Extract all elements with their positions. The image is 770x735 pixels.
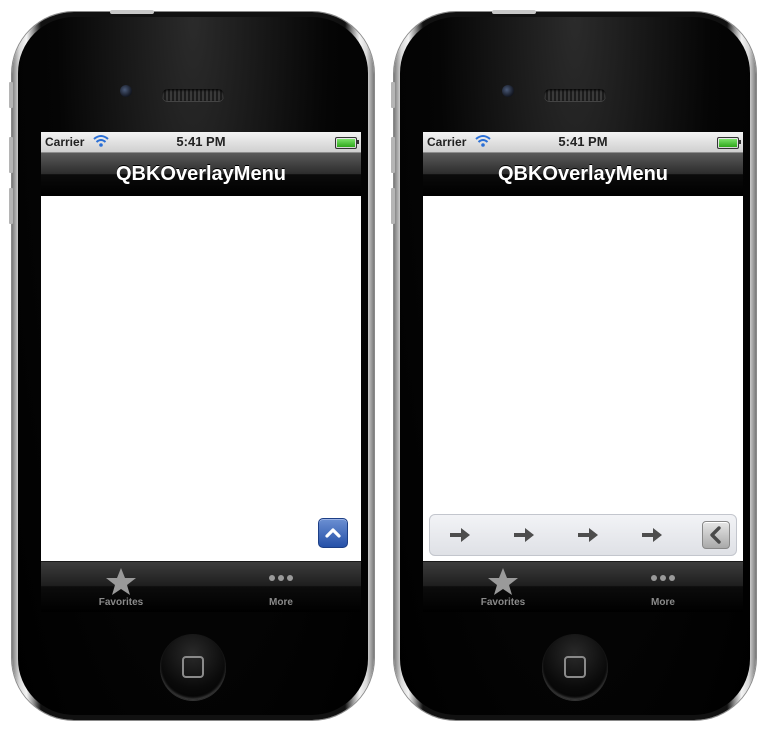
speaker-grille [162, 89, 224, 101]
home-square-icon [564, 656, 586, 678]
menu-item-3[interactable] [576, 523, 600, 547]
battery-icon [717, 137, 741, 149]
camera-icon [120, 85, 132, 97]
tab-favorites[interactable]: Favorites [423, 562, 583, 612]
sleep-button[interactable] [492, 10, 536, 14]
navigation-bar: QBKOverlayMenu [423, 153, 743, 196]
star-icon [106, 568, 136, 595]
menu-item-1[interactable] [448, 523, 472, 547]
more-dots-icon [651, 575, 675, 581]
tab-favorites-label: Favorites [480, 597, 526, 608]
camera-icon [502, 85, 514, 97]
volume-up-button[interactable] [391, 137, 395, 173]
status-bar: Carrier 5:41 PM [41, 132, 361, 153]
mute-switch[interactable] [391, 82, 395, 108]
screen: Carrier 5:41 PM QBKOverlayMenu Favorites… [41, 132, 361, 612]
content-area [423, 196, 743, 562]
tab-bar: Favorites More [41, 561, 361, 612]
status-time: 5:41 PM [558, 134, 608, 149]
status-bar: Carrier 5:41 PM [423, 132, 743, 153]
home-button[interactable] [160, 634, 226, 700]
nav-title: QBKOverlayMenu [115, 163, 287, 185]
overlay-menu-bar [429, 514, 737, 556]
arrow-right-icon [642, 528, 662, 542]
battery-icon [335, 137, 359, 149]
menu-item-4[interactable] [640, 523, 664, 547]
home-button[interactable] [542, 634, 608, 700]
iphone-frame-left: Carrier 5:41 PM QBKOverlayMenu Favorites… [9, 10, 374, 720]
chevron-left-icon [710, 526, 721, 544]
content-area [41, 196, 361, 562]
status-time: 5:41 PM [176, 134, 226, 149]
arrow-right-icon [578, 528, 598, 542]
chevron-up-icon [325, 528, 341, 538]
screen: Carrier 5:41 PM QBKOverlayMenu Favorites… [423, 132, 743, 612]
tab-more[interactable]: More [583, 562, 743, 612]
volume-down-button[interactable] [9, 188, 13, 224]
tab-favorites-label: Favorites [98, 597, 144, 608]
iphone-frame-right: Carrier 5:41 PM QBKOverlayMenu Favorites… [391, 10, 756, 720]
sleep-button[interactable] [110, 10, 154, 14]
tab-favorites[interactable]: Favorites [41, 562, 201, 612]
overlay-menu-toggle-button[interactable] [318, 518, 348, 548]
tab-more[interactable]: More [201, 562, 361, 612]
mute-switch[interactable] [9, 82, 13, 108]
menu-item-2[interactable] [512, 523, 536, 547]
navigation-bar: QBKOverlayMenu [41, 153, 361, 196]
more-dots-icon [269, 575, 293, 581]
speaker-grille [544, 89, 606, 101]
overlay-menu-close-button[interactable] [702, 521, 730, 549]
phone-body: Carrier 5:41 PM QBKOverlayMenu Favorites… [400, 17, 750, 715]
volume-down-button[interactable] [391, 188, 395, 224]
volume-up-button[interactable] [9, 137, 13, 173]
arrow-right-icon [450, 528, 470, 542]
star-icon [488, 568, 518, 595]
arrow-right-icon [514, 528, 534, 542]
nav-title: QBKOverlayMenu [497, 163, 669, 185]
tab-more-label: More [269, 597, 293, 608]
tab-bar: Favorites More [423, 561, 743, 612]
home-square-icon [182, 656, 204, 678]
phone-body: Carrier 5:41 PM QBKOverlayMenu Favorites… [18, 17, 368, 715]
tab-more-label: More [651, 597, 675, 608]
